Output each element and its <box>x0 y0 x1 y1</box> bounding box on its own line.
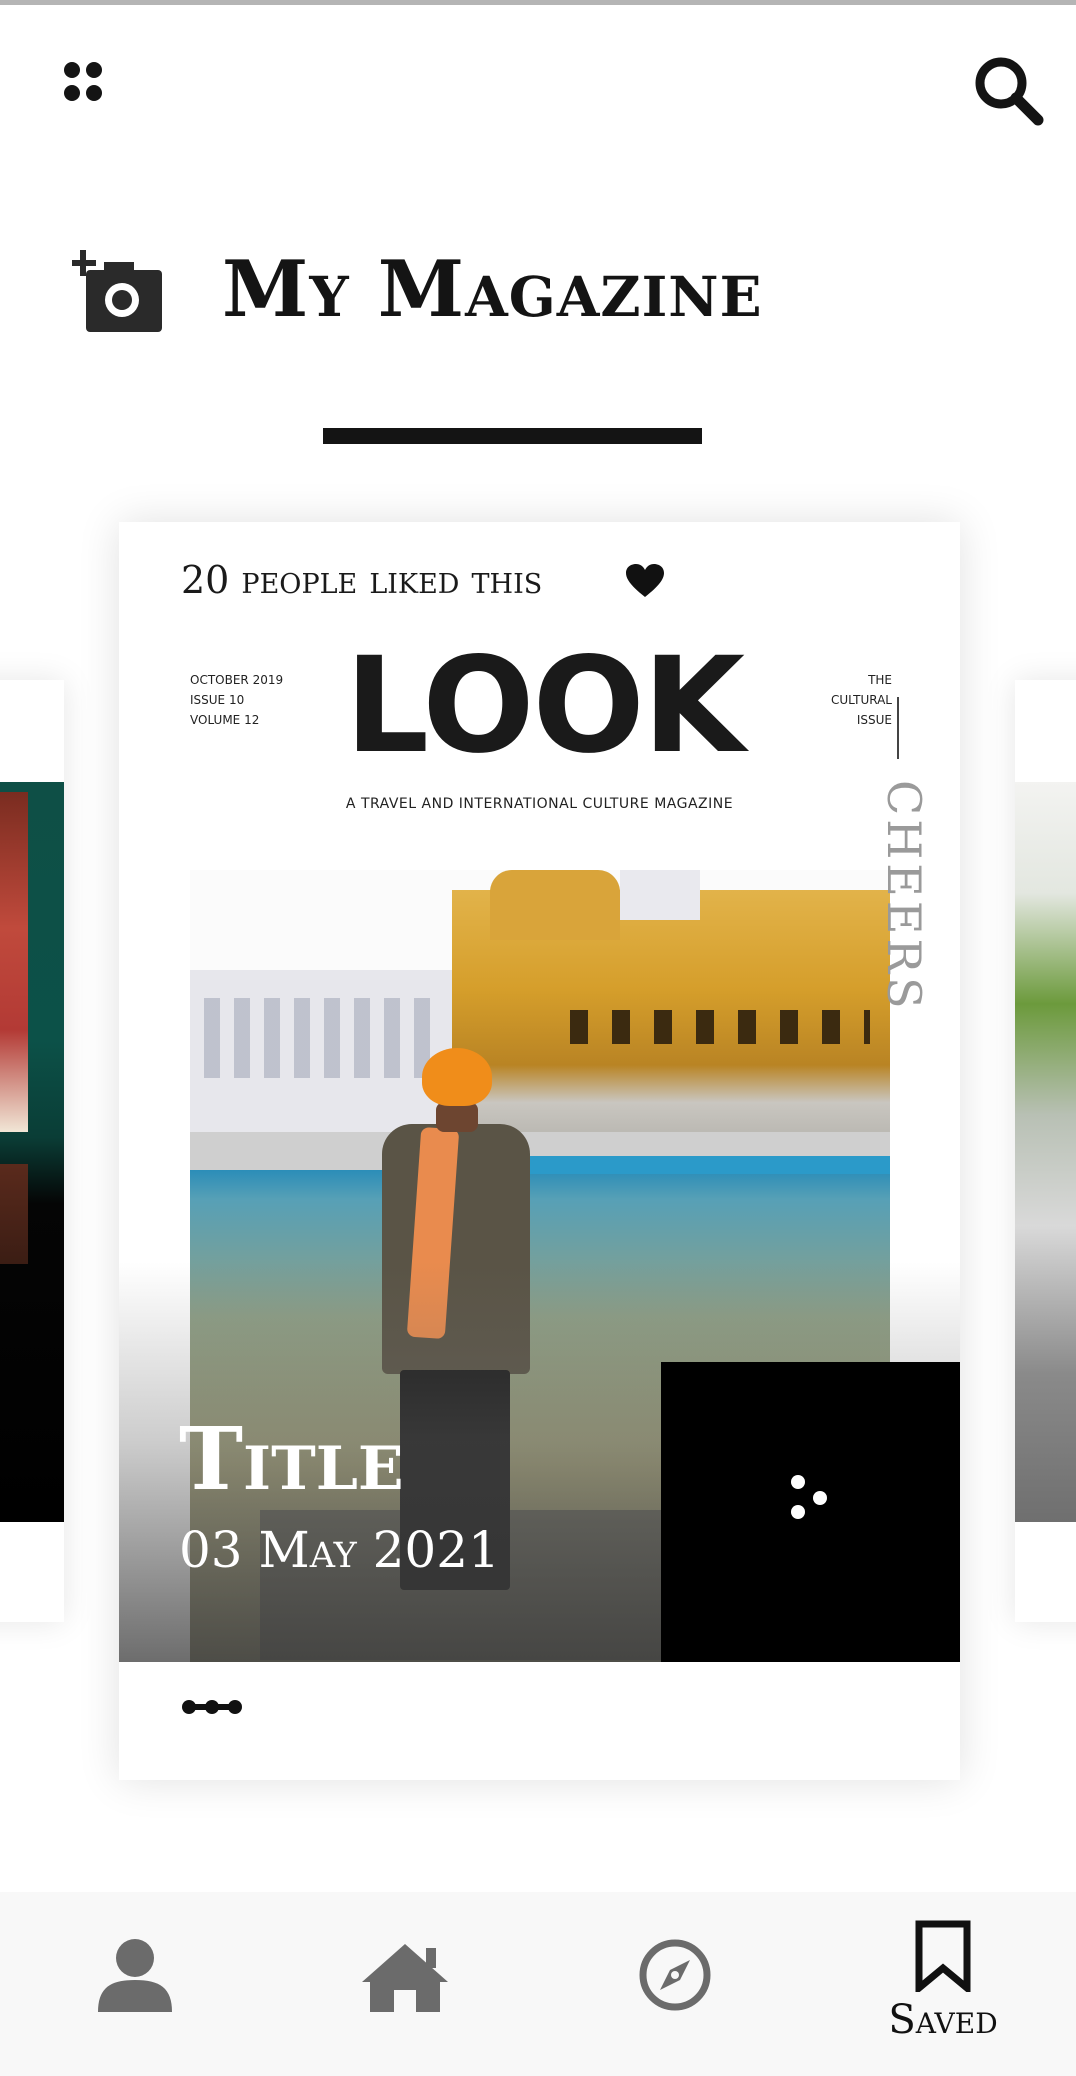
search-icon[interactable] <box>970 52 1046 128</box>
page-title: My Magazine <box>222 244 763 335</box>
nav-home[interactable] <box>350 1892 462 2076</box>
magazine-card[interactable]: 20 people liked this OCTOBER 2019 ISSUE … <box>119 522 960 1780</box>
title-underline <box>323 428 702 444</box>
issue-info: OCTOBER 2019 ISSUE 10 VOLUME 12 <box>190 673 284 727</box>
more-options-button[interactable] <box>661 1362 960 1662</box>
card-title: Title <box>179 1409 404 1510</box>
compass-icon <box>639 1939 711 2011</box>
magazine-tagline: A TRAVEL AND INTERNATIONAL CULTURE MAGAZ… <box>345 796 734 812</box>
three-dots-icon <box>791 1475 827 1519</box>
likes-count: 20 people liked this <box>181 558 543 602</box>
bookmark-icon <box>915 1920 971 1992</box>
cover-side-word: CHEERS <box>877 780 931 1013</box>
previous-magazine-card[interactable] <box>0 680 64 1622</box>
dots-grid-icon[interactable] <box>62 60 106 104</box>
home-icon <box>362 1944 448 2012</box>
nav-explore[interactable] <box>620 1892 732 2076</box>
status-divider <box>0 0 1076 5</box>
nav-saved-label: Saved <box>888 1997 998 2043</box>
card-date: 03 May 2021 <box>179 1521 500 1579</box>
next-cover-image <box>1015 782 1076 1522</box>
nav-saved[interactable]: Saved <box>868 1892 1018 2076</box>
previous-cover-image <box>0 782 64 1522</box>
bottom-navigation: Saved <box>0 1892 1076 2076</box>
heart-icon[interactable] <box>626 564 664 598</box>
next-magazine-card[interactable] <box>1015 680 1076 1622</box>
magazine-cover[interactable]: OCTOBER 2019 ISSUE 10 VOLUME 12 LOOK THE… <box>119 622 960 1662</box>
edition-info: THE CULTURAL ISSUE <box>830 673 892 727</box>
add-photo-icon[interactable] <box>72 250 164 334</box>
dots-row-icon[interactable] <box>181 1698 243 1716</box>
magazine-masthead: LOOK <box>344 629 745 783</box>
profile-icon <box>98 1939 172 2012</box>
masthead-divider <box>897 697 899 759</box>
nav-profile[interactable] <box>80 1892 192 2076</box>
